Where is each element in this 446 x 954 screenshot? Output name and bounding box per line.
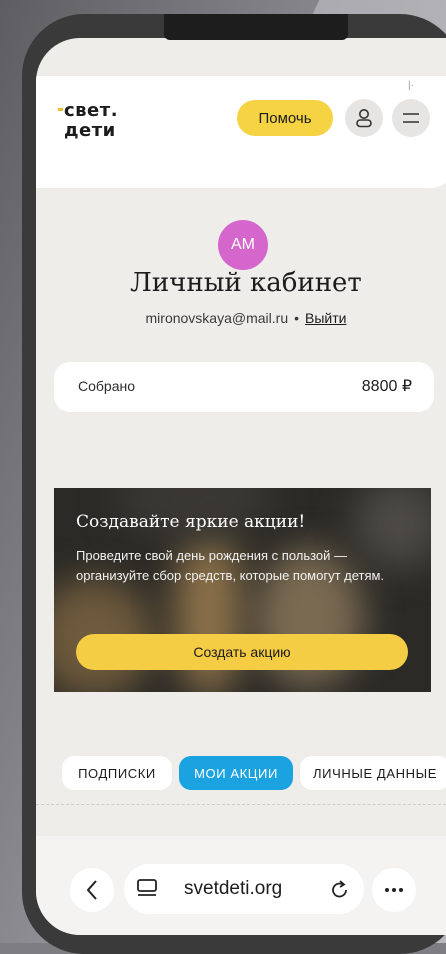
tab-bar: ПОДПИСКИ МОИ АКЦИИ ЛИЧНЫЕ ДАННЫЕ — [36, 756, 446, 790]
account-info: mironovskaya@mail.ru • Выйти — [36, 310, 446, 326]
tabs-icon — [137, 879, 157, 896]
logo[interactable]: свет. дети — [58, 98, 148, 144]
chevron-left-icon — [86, 880, 97, 900]
collected-card: Собрано 8800 ₽ — [54, 362, 434, 412]
logo-line2: дети — [64, 120, 116, 141]
page-title: Личный кабинет — [130, 268, 362, 298]
separator: • — [294, 310, 300, 326]
logout-link[interactable]: Выйти — [305, 310, 346, 326]
collected-label: Собрано — [78, 378, 136, 394]
promo-title: Создавайте яркие акции! — [76, 512, 306, 532]
more-button[interactable] — [372, 868, 416, 912]
more-icon — [385, 888, 403, 892]
collected-value: 8800 ₽ — [361, 378, 412, 395]
logo-line1: свет. — [64, 100, 119, 121]
tab-personal-data[interactable]: ЛИЧНЫЕ ДАННЫЕ — [300, 756, 446, 790]
menu-button[interactable] — [392, 99, 430, 137]
tab-subscriptions[interactable]: ПОДПИСКИ — [62, 756, 172, 790]
url-text: svetdeti.org — [184, 878, 283, 899]
status-indicator: |· — [408, 80, 414, 91]
address-bar[interactable]: svetdeti.org — [124, 864, 364, 914]
menu-icon — [403, 113, 419, 123]
user-email: mironovskaya@mail.ru — [145, 310, 289, 326]
promo-content: Создавайте яркие акции! Проведите свой д… — [54, 488, 431, 692]
profile-button[interactable] — [345, 99, 383, 137]
help-button[interactable]: Помочь — [237, 100, 333, 136]
back-button[interactable] — [70, 868, 114, 912]
browser-toolbar: svetdeti.org — [36, 836, 446, 935]
create-action-button[interactable]: Создать акцию — [76, 634, 408, 670]
tab-my-actions[interactable]: МОИ АКЦИИ — [179, 756, 293, 790]
avatar: AM — [218, 220, 268, 270]
phone-notch — [164, 14, 348, 40]
logo-dash — [58, 108, 63, 111]
promo-text: Проведите свой день рождения с пользой —… — [76, 548, 385, 583]
phone-screen: |· свет. дети Помочь AM Личный кабинет m… — [36, 38, 446, 935]
promo-banner: Создавайте яркие акции! Проведите свой д… — [54, 488, 431, 692]
user-icon — [356, 109, 372, 128]
reload-icon[interactable] — [330, 878, 350, 900]
divider — [36, 804, 446, 805]
